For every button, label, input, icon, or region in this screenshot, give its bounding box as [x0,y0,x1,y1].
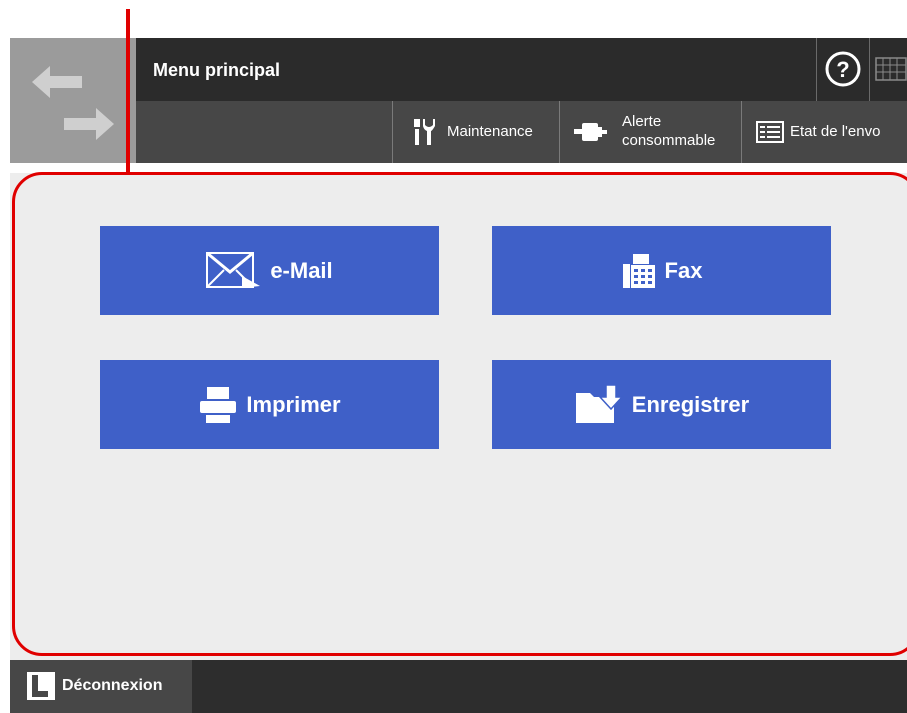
folder-save-icon [575,384,624,423]
consumable-alert-label-line2: consommable [622,132,716,149]
help-button[interactable]: ? [816,38,868,101]
question-circle-icon: ? [825,51,861,87]
keyboard-icon [875,57,907,81]
print-button[interactable]: Imprimer [100,360,439,449]
switch-icon-box[interactable] [10,38,136,163]
printer-icon [200,386,237,423]
main-menu-panel: e-Mail Fax Imprimer Enregistrer [10,173,907,660]
keyboard-button[interactable] [869,38,907,101]
toner-cartridge-icon [574,123,607,141]
email-label: e-Mail [270,257,333,283]
logout-icon [27,672,55,700]
fax-label: Fax [664,257,703,283]
logout-button[interactable]: Déconnexion [10,660,192,713]
maintenance-label: Maintenance [447,123,533,140]
envelope-icon [206,251,261,288]
consumable-alert-button[interactable]: Alerte consommable [559,101,741,163]
tools-icon [414,119,435,145]
send-status-label: Etat de l'envo [790,123,881,140]
maintenance-button[interactable]: Maintenance [392,101,559,163]
page-title: Menu principal [153,60,281,80]
footer-bar: Déconnexion [10,660,907,713]
callout-line [126,9,130,173]
list-status-icon [756,121,784,143]
fax-button[interactable]: Fax [492,226,831,315]
logout-label: Déconnexion [62,677,163,694]
svg-text:?: ? [836,57,849,82]
swap-arrows-icon [32,66,114,140]
print-label: Imprimer [246,391,341,417]
send-status-button[interactable]: Etat de l'envo [741,101,907,163]
toolbar: Maintenance Alerte consommable Etat de l… [136,101,907,163]
fax-machine-icon [622,253,655,288]
save-label: Enregistrer [631,391,750,417]
consumable-alert-label-line1: Alerte [622,113,662,130]
save-button[interactable]: Enregistrer [492,360,831,449]
email-button[interactable]: e-Mail [100,226,439,315]
title-bar: Menu principal ? [136,38,907,101]
